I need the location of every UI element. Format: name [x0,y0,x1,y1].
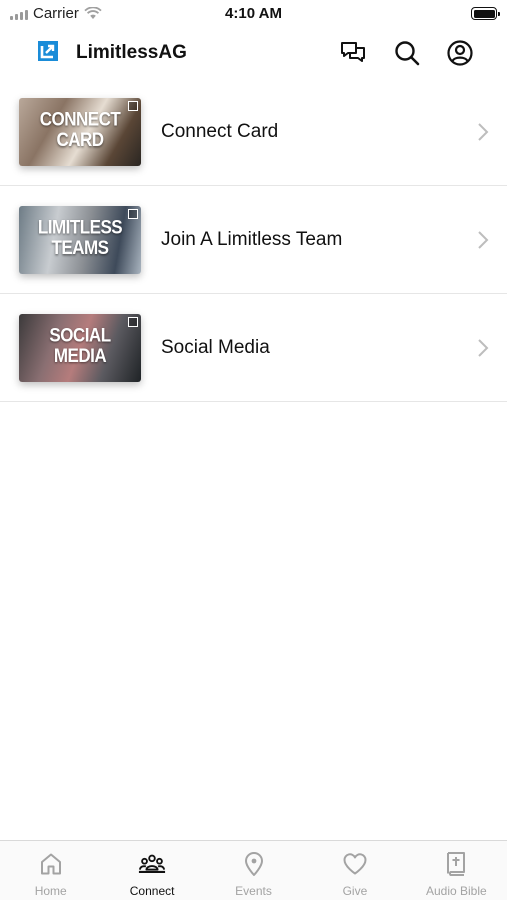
tab-label: Audio Bible [425,884,487,898]
profile-icon [447,40,473,66]
tab-label: Events [235,884,272,898]
chevron-right-icon [478,123,489,141]
status-time: 4:10 AM [225,5,282,22]
thumbnail-image: CONNECT CARD [19,98,141,166]
people-icon [139,854,166,873]
home-icon [40,853,61,875]
tab-label: Home [34,884,67,898]
search-button[interactable] [393,39,421,67]
tab-audio-bible[interactable]: Audio Bible [406,841,507,900]
list-item-limitless-team[interactable]: LIMITLESS TEAMS Join A Limitless Team [0,186,507,294]
list-item-label: Social Media [161,337,270,358]
connect-list: CONNECT CARD Connect Card LIMITLESS TEAMS … [0,78,507,402]
list-item-connect-card[interactable]: CONNECT CARD Connect Card [0,78,507,186]
external-link-icon [128,101,138,111]
battery-icon [471,7,500,20]
tab-bar: Home Connect Events Give Audio Bible [0,840,507,900]
chat-icon [341,42,365,62]
thumbnail-image: LIMITLESS TEAMS [19,206,141,274]
tab-give[interactable]: Give [304,841,405,900]
app-logo-icon [38,41,58,61]
chevron-right-icon [478,339,489,357]
chat-button[interactable] [339,39,367,67]
heart-icon [343,853,367,875]
tab-connect[interactable]: Connect [101,841,202,900]
tab-label: Connect [129,884,175,898]
profile-button[interactable] [446,39,474,67]
tab-events[interactable]: Events [203,841,304,900]
thumbnail-image: SOCIAL MEDIA [19,314,141,382]
thumbnail-text: CONNECT CARD [39,108,121,151]
chevron-right-icon [478,231,489,249]
list-item-label: Join A Limitless Team [161,229,343,250]
location-pin-icon [244,852,263,876]
external-link-icon [128,209,138,219]
search-icon [395,41,420,66]
list-item-label: Connect Card [161,121,279,142]
bible-icon [447,852,466,876]
thumbnail-text: SOCIAL MEDIA [49,324,111,367]
app-header: LimitlessAG [0,30,507,76]
thumbnail-text: LIMITLESS TEAMS [37,216,123,259]
list-item-social-media[interactable]: SOCIAL MEDIA Social Media [0,294,507,402]
status-bar: Carrier 4:10 AM [0,0,507,28]
tab-home[interactable]: Home [0,841,101,900]
app-title: LimitlessAG [76,42,187,63]
external-link-icon [128,317,138,327]
tab-label: Give [342,884,368,898]
